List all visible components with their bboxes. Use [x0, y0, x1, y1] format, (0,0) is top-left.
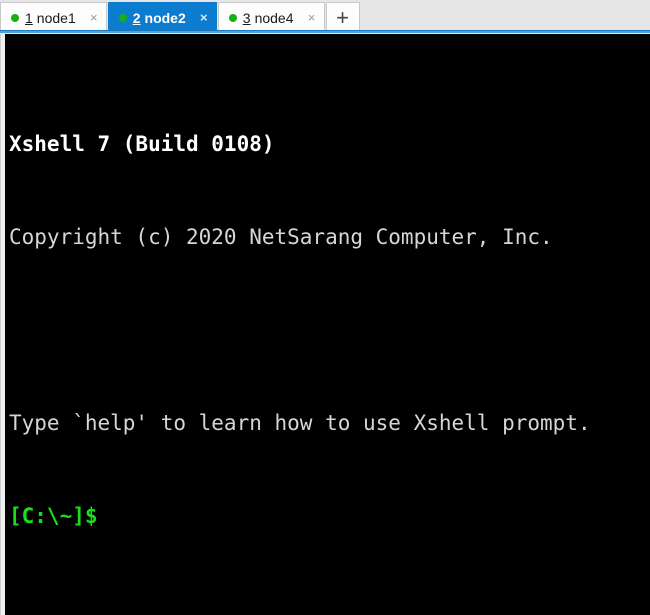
terminal-line: [C:\~]$ — [9, 501, 650, 532]
new-tab-button[interactable]: + — [325, 2, 360, 32]
banner-help: Type `help' to learn how to use Xshell p… — [9, 411, 591, 435]
connection-status-dot-icon — [228, 13, 237, 22]
xshell-window: 1 node1 × 2 node2 × 3 node4 × + Xshell 7… — [0, 0, 650, 615]
tab-index: 1 — [25, 9, 33, 26]
tab-label: node2 — [144, 9, 186, 26]
tab-index: 2 — [132, 9, 141, 26]
tab-node4[interactable]: 3 node4 × — [217, 2, 325, 32]
close-icon[interactable]: × — [196, 11, 212, 24]
terminal-line: Copyright (c) 2020 NetSarang Computer, I… — [9, 222, 650, 253]
terminal-line: Type `help' to learn how to use Xshell p… — [9, 408, 650, 439]
tab-index: 3 — [242, 9, 251, 26]
terminal-screen[interactable]: Xshell 7 (Build 0108) Copyright (c) 2020… — [5, 34, 650, 615]
close-icon[interactable]: × — [86, 11, 102, 24]
tab-bar: 1 node1 × 2 node2 × 3 node4 × + — [0, 0, 650, 33]
terminal-line: Xshell 7 (Build 0108) — [9, 129, 650, 160]
tab-node2[interactable]: 2 node2 × — [107, 2, 217, 32]
banner-copyright: Copyright (c) 2020 NetSarang Computer, I… — [9, 225, 553, 249]
close-icon[interactable]: × — [304, 11, 320, 24]
banner-title: Xshell 7 (Build 0108) — [9, 132, 275, 156]
connection-status-dot-icon — [11, 13, 19, 22]
connection-status-dot-icon — [118, 13, 127, 22]
tab-node1[interactable]: 1 node1 × — [0, 2, 107, 32]
tab-bar-accent-strip-light — [0, 31, 650, 33]
tab-label: node4 — [254, 9, 294, 26]
terminal-output: Xshell 7 (Build 0108) Copyright (c) 2020… — [9, 36, 650, 615]
local-shell-prompt: [C:\~]$ — [9, 504, 98, 528]
terminal-frame: Xshell 7 (Build 0108) Copyright (c) 2020… — [0, 34, 650, 615]
tab-label: node1 — [36, 9, 76, 26]
